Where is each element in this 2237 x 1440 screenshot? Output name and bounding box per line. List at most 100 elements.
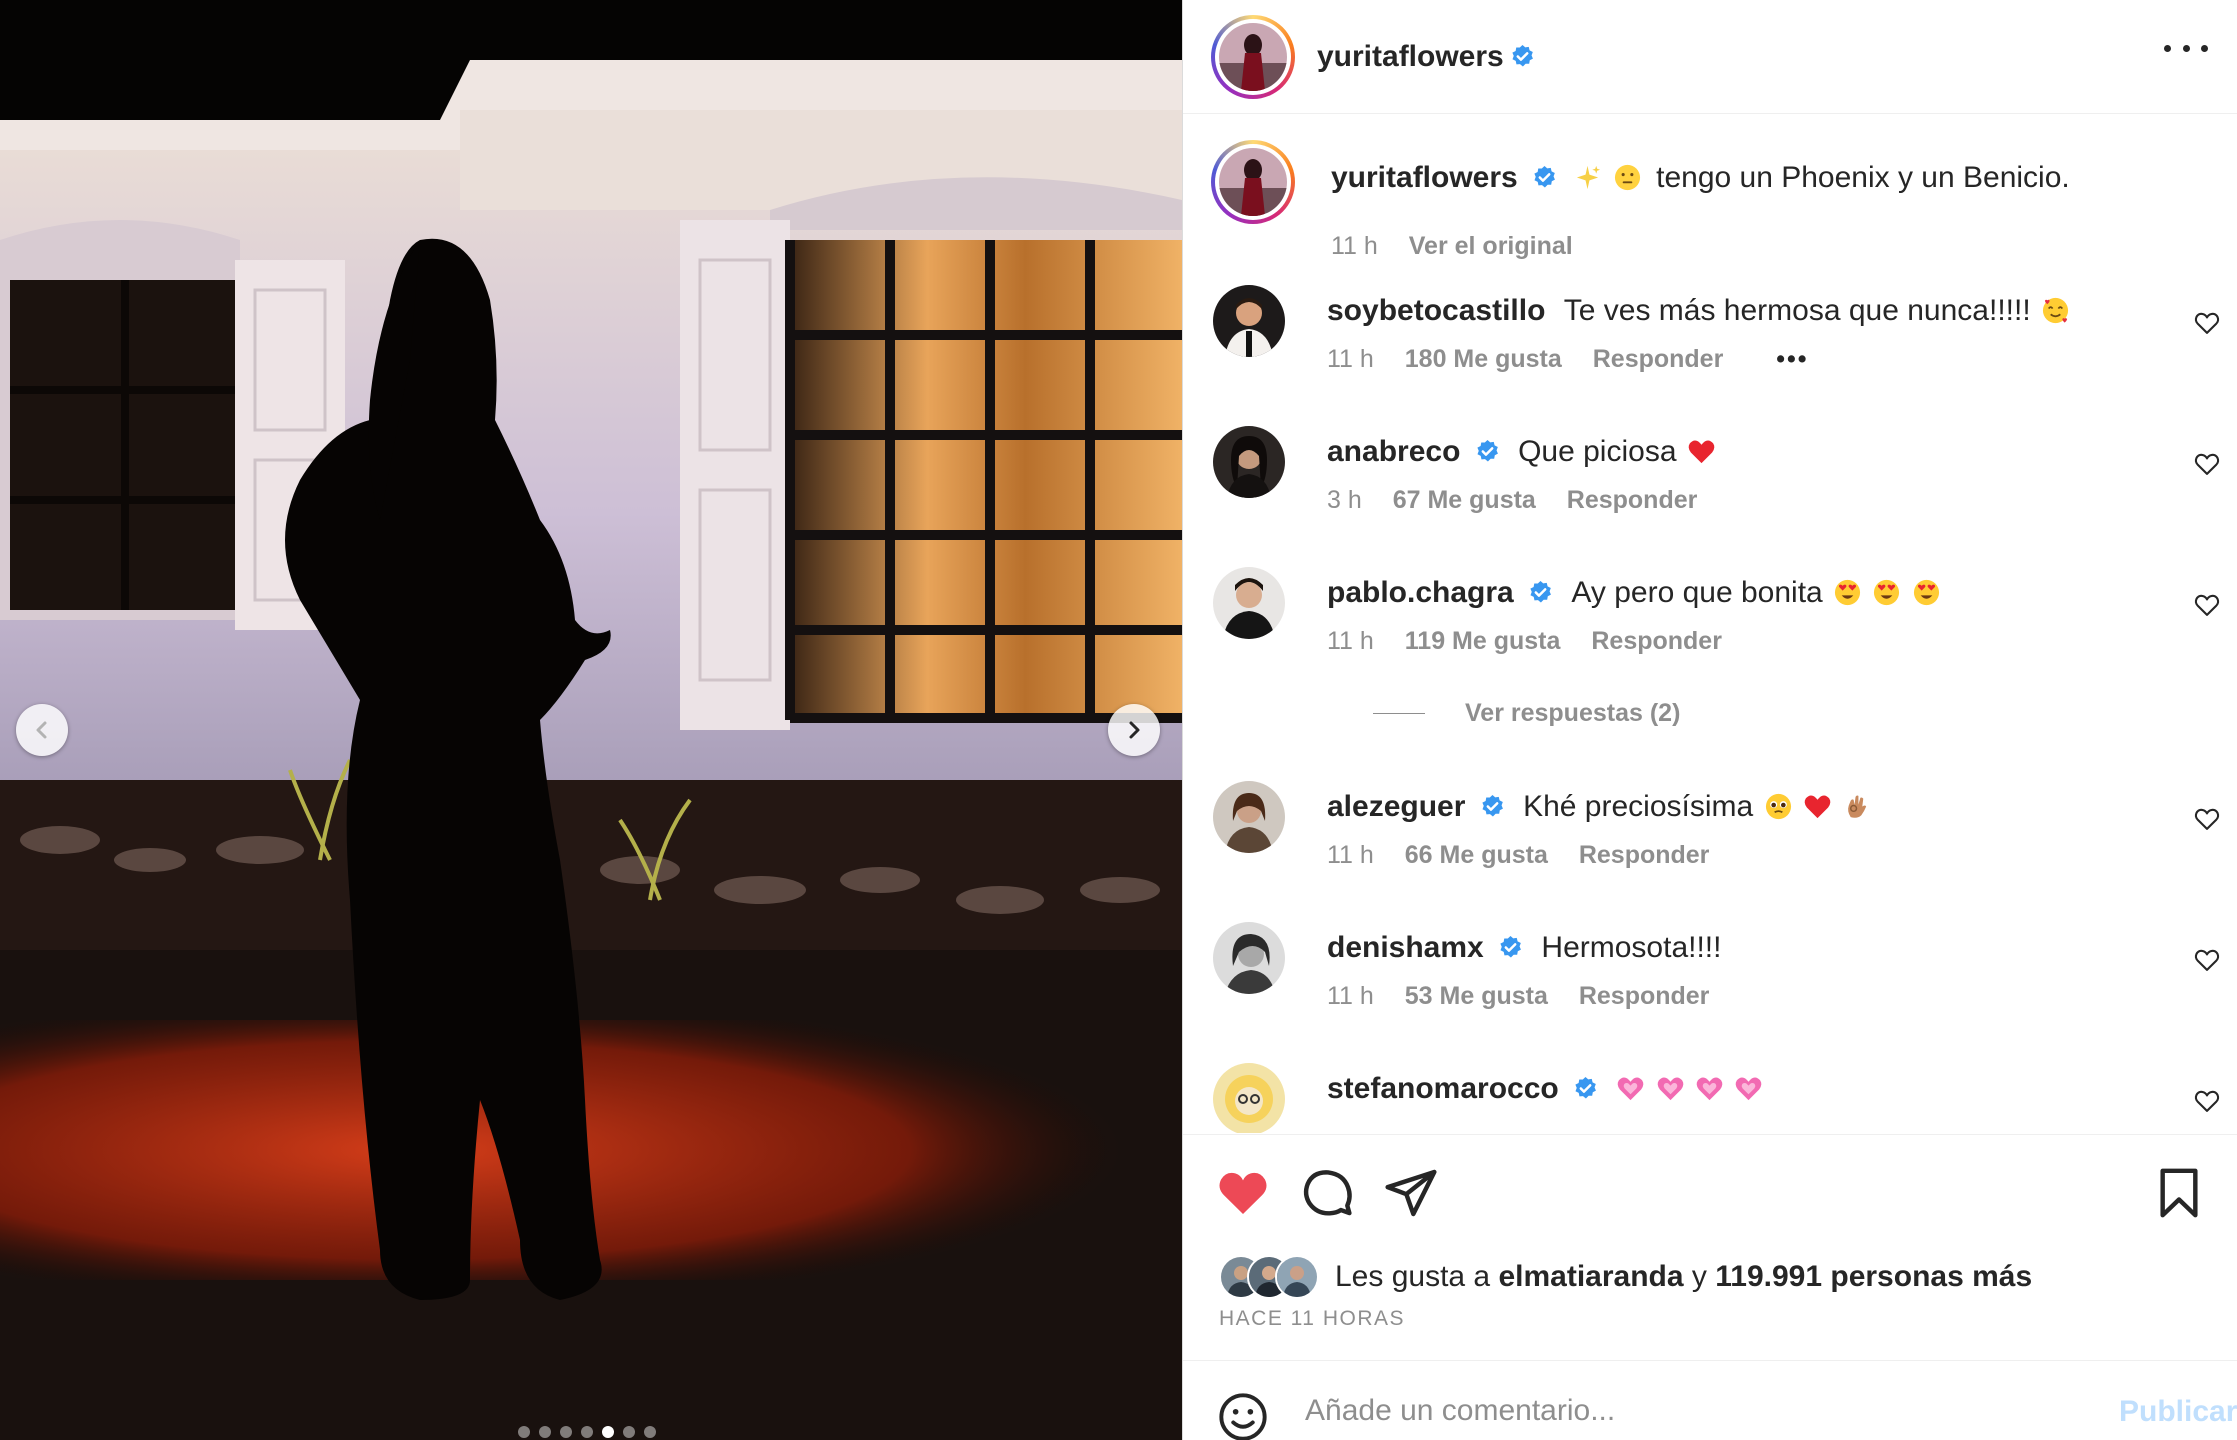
view-replies-button[interactable]: Ver respuestas (2) <box>1373 699 1680 728</box>
comment-like-heart-icon[interactable] <box>2193 591 2221 619</box>
reply-button[interactable]: Responder <box>1579 841 1710 869</box>
liker-username[interactable]: elmatiaranda <box>1498 1260 1683 1294</box>
carousel-dot <box>560 1426 572 1438</box>
heart-eyes-emoji-icon <box>1913 579 1939 606</box>
comment-avatar[interactable] <box>1213 285 1285 357</box>
replies-divider <box>1373 713 1425 714</box>
growing-heart-emoji-icon <box>1736 1077 1762 1101</box>
comment-likes[interactable]: 66 Me gusta <box>1405 841 1548 869</box>
author-username[interactable]: yuritaflowers <box>1317 40 1504 74</box>
shushing-face-emoji-icon <box>1614 164 1640 191</box>
comment-username[interactable]: stefanomarocco <box>1327 1072 1559 1105</box>
comments-list[interactable]: yuritaflowers tengo un Phoenix y un Beni… <box>1183 115 2237 1133</box>
caption-text: tengo un Phoenix y un Benicio. <box>1656 161 2070 194</box>
chevron-left-icon <box>36 721 47 739</box>
like-button[interactable] <box>1215 1165 1271 1221</box>
comment-time: 11 h <box>1327 345 1374 373</box>
comment-avatar-image <box>1213 567 1285 639</box>
photo-scene <box>0 0 1182 1440</box>
comment-time: 11 h <box>1327 841 1374 869</box>
comment-text: Te ves más hermosa que nunca!!!!! <box>1563 294 2031 327</box>
comment-button[interactable] <box>1299 1165 1355 1221</box>
author-avatar[interactable] <box>1211 14 1295 99</box>
post-actions: Les gusta a elmatiaranda y 119.991 perso… <box>1183 1134 2237 1360</box>
verified-badge-icon <box>1512 45 1533 67</box>
sparkles-emoji-icon <box>1577 165 1601 190</box>
liker-avatars[interactable] <box>1219 1255 1323 1299</box>
comment-like-heart-icon[interactable] <box>2193 805 2221 833</box>
comment-time: 3 h <box>1327 486 1362 514</box>
see-original-link[interactable]: Ver el original <box>1409 232 1573 260</box>
comment-more-button[interactable]: ••• <box>1776 345 1808 374</box>
likes-conjunction: y <box>1691 1260 1707 1293</box>
caption-avatar-image <box>1219 148 1287 216</box>
emoji-picker-icon[interactable] <box>1217 1391 1269 1440</box>
comment-like-heart-icon[interactable] <box>2193 946 2221 974</box>
comment-like-heart-icon[interactable] <box>2193 1087 2221 1115</box>
bookmark-icon <box>2160 1168 2198 1218</box>
instagram-post-view: yuritaflowers yuritaflowers tengo un Pho… <box>0 0 2237 1440</box>
publish-button[interactable]: Publicar <box>2119 1395 2237 1429</box>
comment-bubble-icon <box>1303 1170 1352 1216</box>
author-avatar-image <box>1219 22 1287 91</box>
comment-avatar[interactable] <box>1213 426 1285 498</box>
comment-avatar-image <box>1213 781 1285 853</box>
comment-text: Ay pero que bonita <box>1571 576 1823 609</box>
likes-summary: Les gusta a elmatiaranda y 119.991 perso… <box>1219 1255 2032 1299</box>
smiling-face-with-hearts-emoji-icon <box>2042 297 2069 324</box>
comment-username[interactable]: pablo.chagra <box>1327 576 1514 609</box>
reply-button[interactable]: Responder <box>1579 982 1710 1010</box>
comment-username[interactable]: alezeguer <box>1327 790 1465 823</box>
carousel-dot <box>602 1426 614 1438</box>
growing-heart-emoji-icon <box>1696 1077 1723 1101</box>
verified-badge-icon <box>1575 1077 1597 1099</box>
heart-eyes-emoji-icon <box>1834 579 1861 606</box>
comment-likes[interactable]: 67 Me gusta <box>1393 486 1536 514</box>
comment-avatar-image <box>1213 285 1285 357</box>
comment-username[interactable]: anabreco <box>1327 435 1460 468</box>
verified-badge-icon <box>1500 936 1521 958</box>
add-comment-bar: Publicar <box>1183 1360 2237 1440</box>
comment-avatar[interactable] <box>1213 567 1285 639</box>
save-button[interactable] <box>2151 1165 2207 1221</box>
verified-badge-icon <box>1530 581 1551 603</box>
heart-eyes-emoji-icon <box>1874 579 1900 606</box>
carousel-next-button[interactable] <box>1108 704 1160 756</box>
carousel-prev-button[interactable] <box>16 704 68 756</box>
red-heart-emoji-icon <box>1688 440 1715 464</box>
carousel-dot <box>581 1426 593 1438</box>
reply-button[interactable]: Responder <box>1593 345 1724 373</box>
comment-avatar[interactable] <box>1213 922 1285 994</box>
comment-likes[interactable]: 180 Me gusta <box>1405 345 1562 373</box>
share-button[interactable] <box>1383 1165 1439 1221</box>
comment-like-heart-icon[interactable] <box>2193 309 2221 337</box>
comment-avatar-image <box>1213 426 1285 498</box>
comment-avatar[interactable] <box>1213 781 1285 853</box>
comment-time: 11 h <box>1327 627 1374 655</box>
comment-likes[interactable]: 119 Me gusta <box>1405 627 1561 655</box>
carousel-dot <box>539 1426 551 1438</box>
more-options-button[interactable] <box>2164 38 2208 58</box>
red-heart-emoji-icon <box>1804 795 1831 819</box>
liker-avatar <box>1275 1255 1319 1299</box>
growing-heart-emoji-icon <box>1618 1077 1644 1101</box>
comment-avatar[interactable] <box>1213 1063 1285 1133</box>
ok-hand-emoji-icon <box>1848 795 1867 818</box>
caption-username[interactable]: yuritaflowers <box>1331 161 1518 194</box>
post-timestamp: HACE 11 HORAS <box>1219 1307 1405 1330</box>
comment-username[interactable]: soybetocastillo <box>1327 294 1545 327</box>
comment-username[interactable]: denishamx <box>1327 931 1484 964</box>
comment-like-heart-icon[interactable] <box>2193 450 2221 478</box>
caption-time: 11 h <box>1331 232 1378 260</box>
chevron-right-icon <box>1129 721 1140 739</box>
growing-heart-emoji-icon <box>1657 1077 1684 1101</box>
comment-text: Hermosota!!!! <box>1541 931 1722 964</box>
caption-avatar[interactable] <box>1211 140 1295 224</box>
comment-input[interactable] <box>1305 1379 2065 1440</box>
comment-likes[interactable]: 53 Me gusta <box>1405 982 1548 1010</box>
likes-count[interactable]: 119.991 personas más <box>1715 1260 2032 1294</box>
reply-button[interactable]: Responder <box>1591 627 1722 655</box>
carousel-dot <box>518 1426 530 1438</box>
reply-button[interactable]: Responder <box>1567 486 1698 514</box>
post-photo[interactable] <box>0 0 1182 1440</box>
